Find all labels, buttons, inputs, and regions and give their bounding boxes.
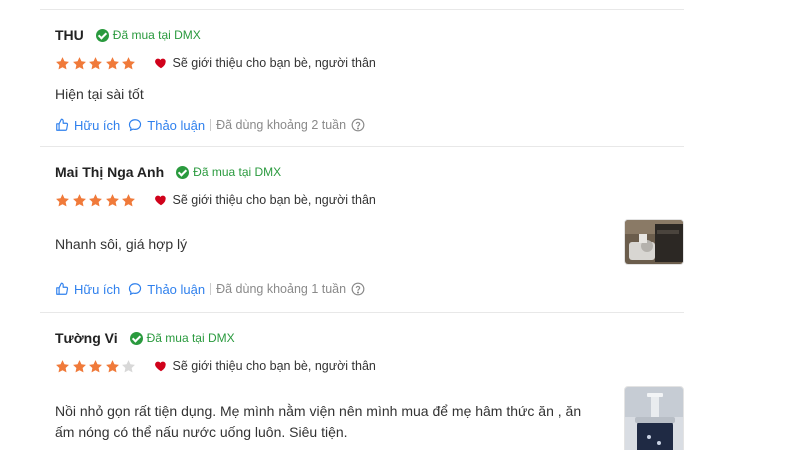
- helpful-button[interactable]: Hữu ích: [55, 282, 120, 297]
- star-filled-icon: [89, 359, 102, 372]
- heart-icon: [154, 195, 166, 206]
- star-rating: [55, 56, 138, 71]
- reviewer-name: Mai Thị Nga Anh: [55, 164, 165, 180]
- verified-badge: Đã mua tại DMX: [176, 165, 281, 179]
- helpful-label: Hữu ích: [74, 117, 121, 133]
- comment-line: Nồi nhỏ gọn rất tiện dụng. Mẹ mình nằm v…: [55, 403, 582, 419]
- review-list: THU Đã mua tại DMX Sẽ giới thiệu cho bạn…: [40, 0, 684, 450]
- star-filled-icon: [56, 359, 69, 372]
- discuss-button[interactable]: Thảo luận: [128, 118, 205, 133]
- check-circle-icon: [95, 28, 109, 42]
- star-rating: [55, 193, 138, 208]
- review-item: Mai Thị Nga Anh Đã mua tại DMX Sẽ giới t…: [55, 162, 684, 298]
- star-filled-icon: [105, 56, 119, 69]
- heart-icon: [154, 361, 166, 372]
- review-comment: Nồi nhỏ gọn rất tiện dụng. Mẹ mình nằm v…: [55, 401, 684, 443]
- pot-photo: [625, 387, 683, 450]
- star-filled-icon: [56, 193, 69, 206]
- question-circle-icon[interactable]: [351, 282, 365, 296]
- reviewer-name: THU: [55, 27, 84, 43]
- helpful-label: Hữu ích: [74, 281, 121, 297]
- check-circle-icon: [129, 331, 143, 345]
- star-filled-icon: [122, 56, 135, 69]
- star-filled-icon: [56, 56, 69, 69]
- verified-label: Đã mua tại DMX: [193, 165, 282, 179]
- divider: [40, 312, 684, 313]
- divider: [40, 9, 684, 10]
- review-item: THU Đã mua tại DMX Sẽ giới thiệu cho bạn…: [55, 25, 684, 134]
- star-filled-icon: [72, 359, 86, 372]
- review-photo-thumbnail[interactable]: [624, 219, 684, 265]
- recommend-text: Sẽ giới thiệu cho bạn bè, người thân: [172, 56, 376, 70]
- star-filled-icon: [72, 56, 86, 69]
- star-filled-icon: [105, 359, 119, 372]
- discuss-label: Thảo luận: [147, 117, 206, 133]
- thumbs-up-icon: [56, 282, 69, 295]
- verified-badge: Đã mua tại DMX: [129, 331, 235, 345]
- recommend-text: Sẽ giới thiệu cho bạn bè, người thân: [172, 193, 376, 207]
- divider: [40, 146, 684, 147]
- check-circle-icon: [176, 165, 190, 179]
- discuss-button[interactable]: Thảo luận: [128, 282, 205, 297]
- review-photo-thumbnail[interactable]: [624, 386, 684, 450]
- kettle-photo: [625, 220, 683, 264]
- verified-label: Đã mua tại DMX: [146, 331, 235, 345]
- star-filled-icon: [105, 193, 119, 206]
- usage-duration: Đã dùng khoảng 1 tuần: [216, 282, 347, 296]
- chat-bubble-icon: [129, 119, 142, 132]
- star-filled-icon: [122, 193, 135, 206]
- helpful-button[interactable]: Hữu ích: [55, 118, 120, 133]
- star-filled-icon: [89, 56, 102, 69]
- verified-label: Đã mua tại DMX: [112, 28, 201, 42]
- review-item: Tường Vi Đã mua tại DMX Sẽ giới thiệu ch…: [55, 328, 684, 450]
- star-rating: [55, 359, 138, 374]
- star-filled-icon: [89, 193, 102, 206]
- comment-line: ấm nóng có thể nấu nước uống luôn. Siêu …: [55, 424, 348, 440]
- verified-badge: Đã mua tại DMX: [95, 28, 201, 42]
- reviewer-name: Tường Vi: [55, 330, 118, 346]
- review-comment: Nhanh sôi, giá hợp lý: [55, 236, 188, 252]
- divider: [210, 283, 212, 295]
- review-comment: Hiện tại sài tốt: [55, 86, 144, 102]
- star-filled-icon: [72, 193, 86, 206]
- usage-duration: Đã dùng khoảng 2 tuần: [216, 118, 347, 132]
- divider: [210, 119, 212, 131]
- heart-icon: [154, 58, 166, 69]
- question-circle-icon[interactable]: [351, 118, 365, 132]
- thumbs-up-icon: [56, 118, 69, 131]
- recommend-text: Sẽ giới thiệu cho bạn bè, người thân: [172, 359, 376, 373]
- star-empty-icon: [122, 359, 135, 372]
- chat-bubble-icon: [129, 283, 142, 296]
- discuss-label: Thảo luận: [147, 281, 206, 297]
